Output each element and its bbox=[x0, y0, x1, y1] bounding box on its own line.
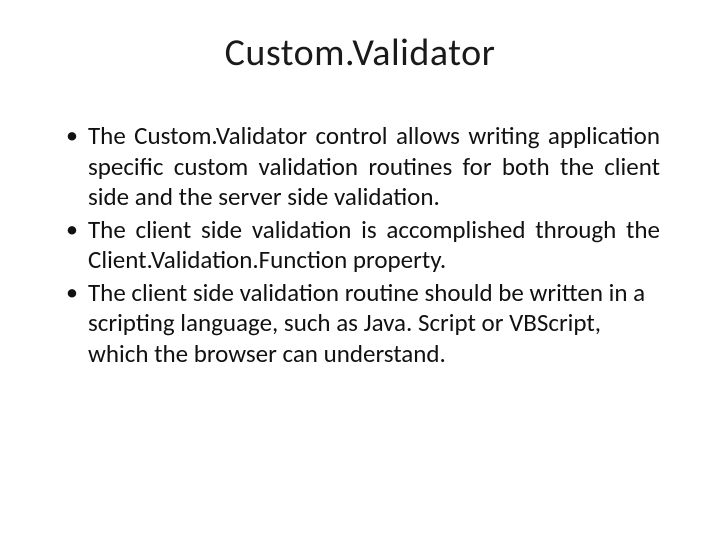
bullet-list: The Custom.Validator control allows writ… bbox=[60, 121, 660, 369]
list-item: The Custom.Validator control allows writ… bbox=[60, 121, 660, 213]
slide: Custom.Validator The Custom.Validator co… bbox=[0, 0, 720, 540]
list-item: The client side validation is accomplish… bbox=[60, 215, 660, 276]
list-item: The client side validation routine shoul… bbox=[60, 278, 660, 370]
slide-title: Custom.Validator bbox=[60, 30, 660, 76]
